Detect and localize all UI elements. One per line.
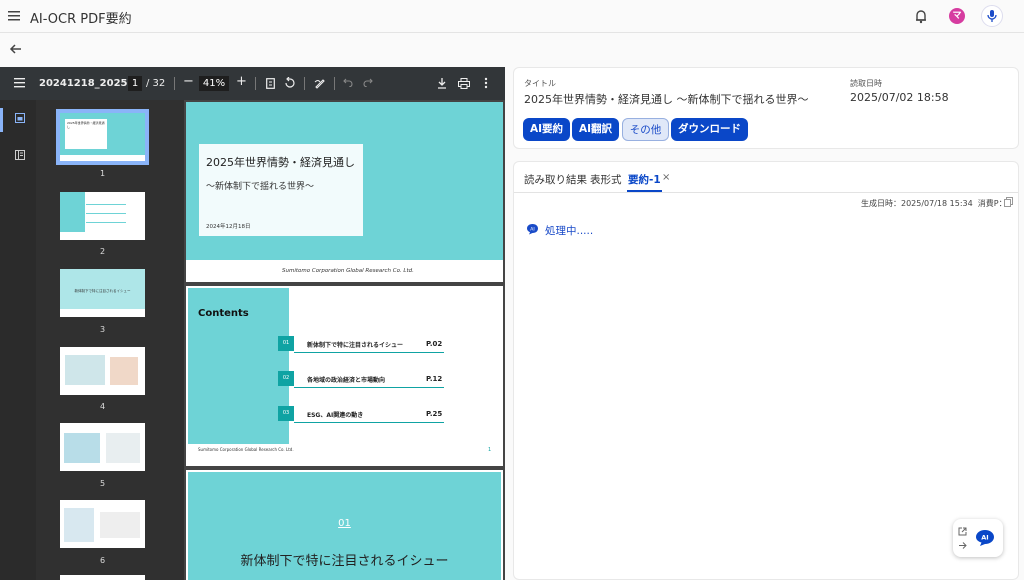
rotate-icon[interactable] bbox=[284, 77, 296, 89]
thumbnail-page-7[interactable] bbox=[60, 575, 145, 580]
thumbnail-page-4[interactable] bbox=[60, 347, 145, 395]
contents-num: 01 bbox=[278, 336, 294, 351]
print-icon[interactable] bbox=[458, 78, 470, 89]
fit-page-icon[interactable] bbox=[266, 78, 275, 89]
page1-title: 2025年世界情勢・経済見通し bbox=[206, 156, 355, 169]
ai-summary-button[interactable]: AI要約 bbox=[523, 118, 570, 141]
tab-summary-1[interactable]: 要約-1 bbox=[628, 172, 661, 187]
thumbnail-title: 2025年世界情勢・経済見通し bbox=[65, 119, 107, 149]
thumbnail-number: 3 bbox=[99, 325, 106, 334]
pdf-page-2: Contents 01 新体制下で特に注目されるイシュー P.02 02 各地域… bbox=[186, 286, 503, 466]
contents-item-label: 各地域の政治経済と市場動向 bbox=[307, 377, 386, 384]
contents-item-page: P.25 bbox=[426, 410, 443, 418]
ai-chat-icon: AI bbox=[526, 223, 539, 235]
contents-num: 03 bbox=[278, 406, 294, 421]
document-info-card: タイトル 2025年世界情勢・経済見通し ～新体制下で揺れる世界～ 読取日時 2… bbox=[513, 67, 1019, 149]
redo-icon[interactable] bbox=[363, 78, 373, 87]
section-title: 新体制下で特に注目されるイシュー bbox=[240, 554, 449, 569]
contents-heading: Contents bbox=[198, 308, 249, 319]
zoom-level-input[interactable]: 41% bbox=[199, 76, 229, 91]
date-value: 2025/07/02 18:58 bbox=[850, 91, 949, 104]
back-arrow-icon[interactable] bbox=[9, 42, 23, 56]
thumbnail-number: 5 bbox=[99, 479, 106, 488]
thumbnail-number: 2 bbox=[99, 247, 106, 256]
sidebar-toggle-icon[interactable] bbox=[14, 78, 25, 88]
thumbnail-view-icon[interactable] bbox=[15, 113, 25, 123]
copy-icon[interactable] bbox=[1004, 197, 1013, 207]
title-value: 2025年世界情勢・経済見通し ～新体制下で揺れる世界～ bbox=[524, 93, 809, 106]
title-label: タイトル bbox=[524, 79, 556, 88]
top-bar: AI-OCR PDF要約 マ bbox=[0, 0, 1024, 33]
download-button[interactable]: ダウンロード bbox=[671, 118, 748, 141]
page-number-input[interactable]: 1 bbox=[128, 76, 142, 91]
thumbnail-number: 6 bbox=[99, 556, 106, 565]
active-indicator bbox=[0, 108, 3, 132]
thumbnail-page-3[interactable]: 新体制下で特に注目されるイシュー bbox=[60, 269, 145, 317]
undo-icon[interactable] bbox=[343, 78, 353, 87]
tab-divider bbox=[514, 192, 1018, 193]
page-area: 2025年世界情勢・経済見通し ～新体制下で揺れる世界～ 2024年12月18日… bbox=[184, 100, 505, 580]
thumbnail-page-6[interactable] bbox=[60, 500, 145, 548]
viewer-side-icons bbox=[0, 100, 36, 580]
toolbar-divider bbox=[334, 77, 335, 90]
app-title: AI-OCR PDF要約 bbox=[30, 12, 132, 27]
result-card: 読み取り結果 表形式 要約-1 × 生成日時：2025/07/18 15:34 … bbox=[513, 161, 1019, 580]
page1-date: 2024年12月18日 bbox=[206, 224, 251, 230]
ai-badge-text: AI bbox=[981, 534, 988, 542]
thumbnail-number: 1 bbox=[99, 169, 106, 178]
toolbar-divider bbox=[255, 77, 256, 90]
contents-item-page: P.02 bbox=[426, 340, 443, 348]
pdf-viewer: 20241218_2025... 1 / 32 − 41% + 2025年世界情… bbox=[0, 67, 505, 580]
more-vert-icon[interactable] bbox=[484, 77, 488, 89]
thumbnail-text: 新体制下で特に注目されるイシュー bbox=[74, 289, 131, 293]
microphone-button[interactable] bbox=[981, 5, 1003, 27]
pdf-page-3: 01 新体制下で特に注目されるイシュー bbox=[186, 470, 503, 580]
thumbnail-page-5[interactable] bbox=[60, 423, 145, 471]
section-number: 01 bbox=[338, 518, 351, 529]
thumbnail-list: 2025年世界情勢・経済見通し 1 2 新体制下で特に注目されるイシュー 3 4… bbox=[36, 100, 184, 580]
pdf-filename: 20241218_2025... bbox=[39, 78, 139, 89]
zoom-in-icon[interactable]: + bbox=[236, 74, 247, 89]
tab-table-format[interactable]: 表形式 bbox=[590, 172, 622, 187]
thumbnail-page-2[interactable] bbox=[60, 192, 145, 240]
pdf-page-1: 2025年世界情勢・経済見通し ～新体制下で揺れる世界～ 2024年12月18日… bbox=[186, 102, 503, 282]
floating-ai-widget: AI bbox=[953, 519, 1003, 557]
contents-item-page: P.12 bbox=[426, 375, 443, 383]
thumbnail-page-1[interactable]: 2025年世界情勢・経済見通し bbox=[56, 109, 149, 165]
page1-subtitle: ～新体制下で揺れる世界～ bbox=[206, 182, 315, 192]
outline-view-icon[interactable] bbox=[15, 150, 25, 160]
date-label: 読取日時 bbox=[850, 79, 882, 88]
right-pane: タイトル 2025年世界情勢・経済見通し ～新体制下で揺れる世界～ 読取日時 2… bbox=[513, 67, 1019, 580]
page-total: / 32 bbox=[146, 78, 166, 89]
arrow-right-icon[interactable] bbox=[958, 541, 967, 550]
svg-text:AI: AI bbox=[530, 227, 534, 233]
toolbar-divider bbox=[304, 77, 305, 90]
ai-translate-button[interactable]: AI翻訳 bbox=[572, 118, 619, 141]
generation-meta: 生成日時：2025/07/18 15:34 消費P：- bbox=[861, 199, 1010, 208]
toolbar-divider bbox=[174, 77, 175, 90]
processing-status: 処理中..... bbox=[545, 225, 594, 237]
tab-ocr-result[interactable]: 読み取り結果 bbox=[524, 172, 587, 187]
menu-icon[interactable] bbox=[8, 9, 22, 23]
zoom-out-icon[interactable]: − bbox=[183, 74, 194, 89]
other-button[interactable]: その他 bbox=[622, 118, 669, 141]
page2-number: 1 bbox=[488, 447, 492, 453]
viewer-toolbar: 20241218_2025... 1 / 32 − 41% + bbox=[0, 67, 505, 100]
contents-item-label: ESG、AI関連の動き bbox=[307, 412, 364, 419]
contents-item-label: 新体制下で特に注目されるイシュー bbox=[307, 342, 404, 349]
contents-num: 02 bbox=[278, 371, 294, 386]
download-icon[interactable] bbox=[437, 77, 447, 89]
open-external-icon[interactable] bbox=[958, 527, 967, 536]
avatar[interactable]: マ bbox=[949, 8, 965, 24]
close-tab-icon[interactable]: × bbox=[662, 172, 670, 183]
bell-icon[interactable] bbox=[914, 9, 928, 24]
page2-footer: Sumitomo Corporation Global Research Co.… bbox=[198, 447, 294, 452]
ai-assistant-icon[interactable]: AI bbox=[975, 529, 995, 547]
thumbnail-number: 4 bbox=[99, 402, 106, 411]
annotate-pen-icon[interactable] bbox=[314, 77, 326, 89]
page1-footer: Sumitomo Corporation Global Research Co.… bbox=[282, 268, 414, 274]
